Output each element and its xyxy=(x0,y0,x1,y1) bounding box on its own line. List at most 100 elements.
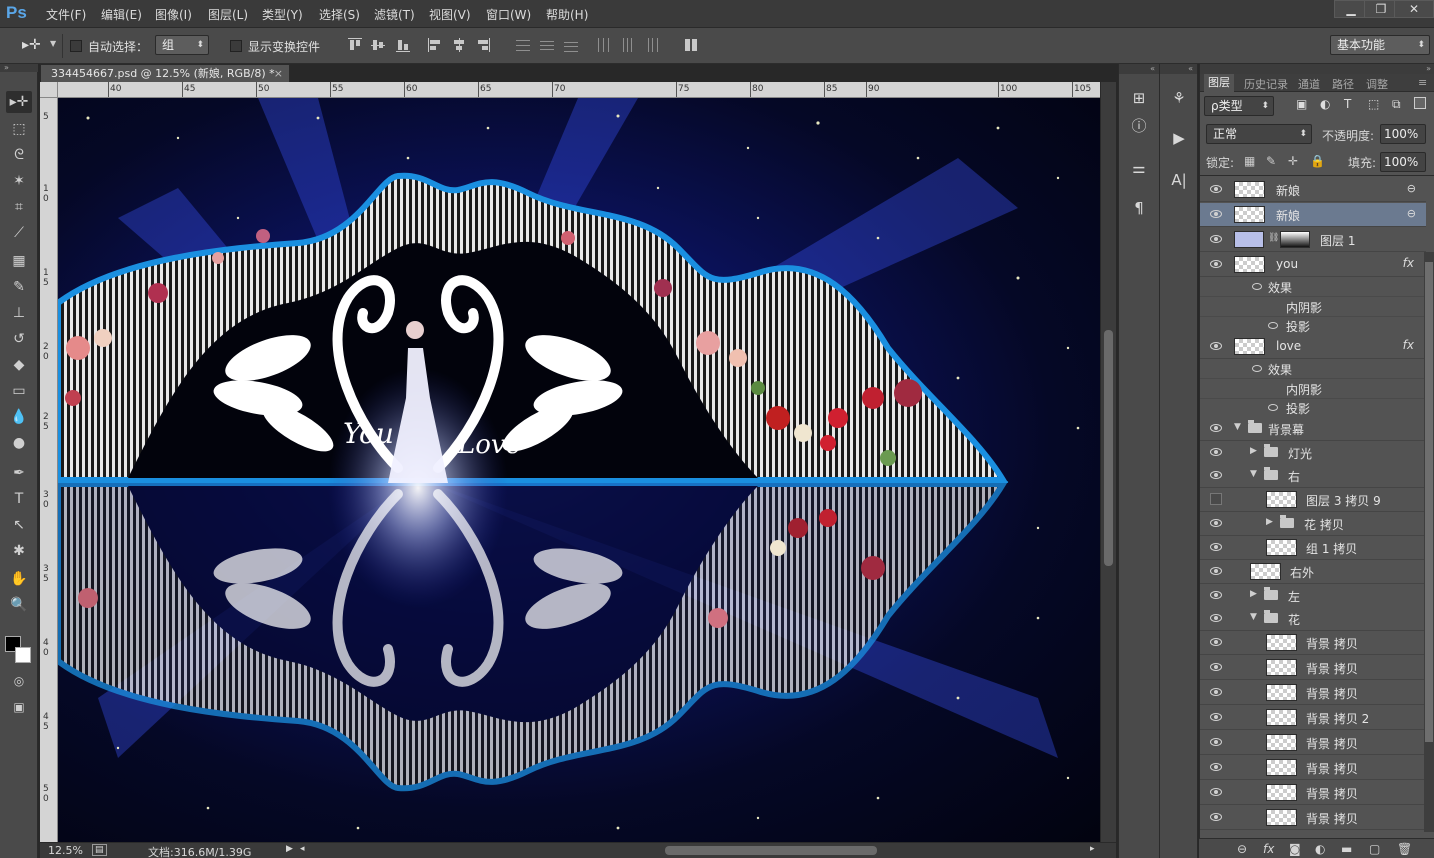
scroll-left-icon[interactable]: ◂ xyxy=(300,844,305,854)
gradient-tool-icon[interactable]: ▭ xyxy=(6,380,32,402)
screen-mode-icon[interactable]: ▣ xyxy=(6,696,32,718)
layer-row[interactable]: 组 1 拷贝 xyxy=(1200,536,1426,560)
actions-play-icon[interactable]: ▶ xyxy=(1168,128,1190,148)
visibility-eye-icon[interactable] xyxy=(1210,688,1222,696)
status-info-icon[interactable]: ▤ xyxy=(92,844,107,856)
new-adjustment-icon[interactable]: ◐ xyxy=(1315,842,1325,856)
distribute-left-icon[interactable] xyxy=(596,38,610,52)
move-tool-icon[interactable]: ▸✛ xyxy=(22,37,41,53)
menu-image[interactable]: 图像(I) xyxy=(155,6,192,23)
visibility-eye-icon[interactable] xyxy=(1210,763,1222,771)
eraser-tool-icon[interactable]: ◆ xyxy=(6,354,32,376)
add-style-icon[interactable]: fx xyxy=(1263,842,1274,856)
menu-window[interactable]: 窗口(W) xyxy=(486,6,531,23)
effects-eye-icon[interactable] xyxy=(1252,283,1262,290)
scroll-thumb[interactable] xyxy=(1104,330,1113,566)
group-row[interactable]: ▼ 花 xyxy=(1200,607,1426,631)
align-vcenter-icon[interactable] xyxy=(371,38,385,52)
stamp-tool-icon[interactable]: ⊥ xyxy=(6,302,32,324)
visibility-eye-icon[interactable] xyxy=(1210,738,1222,746)
layer-row[interactable]: 图层 3 拷贝 9 xyxy=(1200,488,1426,512)
layer-row[interactable]: ⛓ 图层 1 xyxy=(1200,228,1426,252)
layer-row[interactable]: 背景 拷贝 2 xyxy=(1200,706,1426,730)
collapse-icon[interactable]: » xyxy=(0,64,38,72)
effects-row[interactable]: 效果 xyxy=(1200,277,1426,297)
visibility-eye-icon[interactable] xyxy=(1210,638,1222,646)
expand-chevron-down-icon[interactable]: ▼ xyxy=(1250,612,1257,622)
visibility-eye-icon[interactable] xyxy=(1210,424,1222,432)
lock-pixels-icon[interactable]: ✎ xyxy=(1266,154,1276,168)
menu-type[interactable]: 类型(Y) xyxy=(262,6,303,23)
group-row[interactable]: ▶ 花 拷贝 xyxy=(1200,512,1426,536)
delete-layer-icon[interactable]: 🗑 xyxy=(1397,842,1412,856)
distribute-right-icon[interactable] xyxy=(644,38,658,52)
move-tool-icon[interactable]: ▸✛ xyxy=(6,91,32,113)
shape-tool-icon[interactable]: ✱ xyxy=(6,540,32,562)
expand-chevron-down-icon[interactable]: ▼ xyxy=(1234,422,1241,432)
filter-adjustment-icon[interactable]: ◐ xyxy=(1320,97,1330,111)
blend-mode-dropdown[interactable]: 正常 ⬍ xyxy=(1206,124,1312,144)
workspace-dropdown[interactable]: 基本功能 ⬍ xyxy=(1330,35,1430,55)
history-brush-tool-icon[interactable]: ↺ xyxy=(6,328,32,350)
paragraph-icon[interactable]: ¶ xyxy=(1128,198,1150,218)
layer-row[interactable]: 背景 拷贝 xyxy=(1200,781,1426,805)
visibility-eye-icon[interactable] xyxy=(1210,519,1222,527)
quick-mask-icon[interactable]: ◎ xyxy=(6,670,32,692)
layer-row[interactable]: love fx xyxy=(1200,335,1426,359)
tab-paths[interactable]: 路径 xyxy=(1332,76,1354,92)
lasso-tool-icon[interactable]: ᘓ xyxy=(6,144,32,166)
align-top-icon[interactable] xyxy=(348,38,362,52)
fx-icon[interactable]: fx xyxy=(1403,256,1414,270)
ruler-origin[interactable] xyxy=(40,82,58,98)
lock-transparent-icon[interactable]: ▦ xyxy=(1244,154,1255,168)
group-row[interactable]: ▼ 右 xyxy=(1200,464,1426,488)
align-bottom-icon[interactable] xyxy=(396,38,410,52)
info-icon[interactable]: ⓘ xyxy=(1128,116,1150,136)
lock-position-icon[interactable]: ✛ xyxy=(1288,154,1298,168)
hand-tool-icon[interactable]: ✋ xyxy=(6,568,32,590)
horizontal-ruler[interactable]: 40 45 50 55 60 65 70 75 80 85 90 100 105 xyxy=(58,82,1100,98)
expand-chevron-right-icon[interactable]: ▶ xyxy=(1250,589,1257,599)
visibility-eye-icon[interactable] xyxy=(1210,543,1222,551)
close-icon[interactable]: ✕ xyxy=(1394,0,1434,18)
auto-select-checkbox[interactable] xyxy=(70,40,82,52)
filter-kind-dropdown[interactable]: ρ类型 ⬍ xyxy=(1204,96,1274,116)
expand-icon[interactable]: « xyxy=(1160,64,1197,74)
effects-row[interactable]: 效果 xyxy=(1200,359,1426,379)
distribute-vcenter-icon[interactable] xyxy=(540,38,554,52)
swatches-icon[interactable]: ⊞ xyxy=(1128,88,1150,108)
crop-tool-icon[interactable]: ⌗ xyxy=(6,196,32,218)
distribute-bottom-icon[interactable] xyxy=(564,38,578,52)
fx-icon[interactable]: fx xyxy=(1403,338,1414,352)
menu-edit[interactable]: 编辑(E) xyxy=(101,6,142,23)
magic-wand-tool-icon[interactable]: ✶ xyxy=(6,170,32,192)
layer-row[interactable]: 背景 拷贝 xyxy=(1200,756,1426,780)
visibility-eye-icon[interactable] xyxy=(1210,663,1222,671)
tab-history[interactable]: 历史记录 xyxy=(1244,76,1288,92)
zoom-level[interactable]: 12.5% xyxy=(48,844,83,857)
lock-all-icon[interactable]: 🔒 xyxy=(1310,154,1325,168)
panel-menu-icon[interactable]: ≡ xyxy=(1418,76,1427,89)
expand-chevron-down-icon[interactable]: ▼ xyxy=(1250,469,1257,479)
align-hcenter-icon[interactable] xyxy=(452,38,466,52)
visibility-eye-icon[interactable] xyxy=(1210,260,1222,268)
expand-icon[interactable]: « xyxy=(1119,64,1159,74)
healing-brush-tool-icon[interactable]: ▦ xyxy=(6,250,32,272)
align-right-icon[interactable] xyxy=(476,38,490,52)
group-row[interactable]: ▶ 左 xyxy=(1200,584,1426,608)
type-tool-icon[interactable]: T xyxy=(6,488,32,510)
effect-eye-icon[interactable] xyxy=(1268,322,1278,329)
layer-mask-thumbnail[interactable] xyxy=(1280,231,1310,248)
path-select-tool-icon[interactable]: ↖ xyxy=(6,514,32,536)
layer-row[interactable]: 背景 拷贝 xyxy=(1200,681,1426,705)
visibility-off-box[interactable] xyxy=(1210,493,1222,505)
visibility-eye-icon[interactable] xyxy=(1210,567,1222,575)
effect-row[interactable]: 投影 xyxy=(1200,398,1426,418)
menu-view[interactable]: 视图(V) xyxy=(429,6,471,23)
menu-select[interactable]: 选择(S) xyxy=(319,6,360,23)
collapse-panel-icon[interactable]: » xyxy=(1200,64,1434,74)
layer-row[interactable]: 新娘 ⊖ xyxy=(1200,178,1426,202)
auto-select-dropdown[interactable]: 组 ⬍ xyxy=(155,35,209,55)
add-mask-icon[interactable]: ◙ xyxy=(1289,842,1301,856)
vertical-scrollbar[interactable] xyxy=(1100,82,1116,842)
